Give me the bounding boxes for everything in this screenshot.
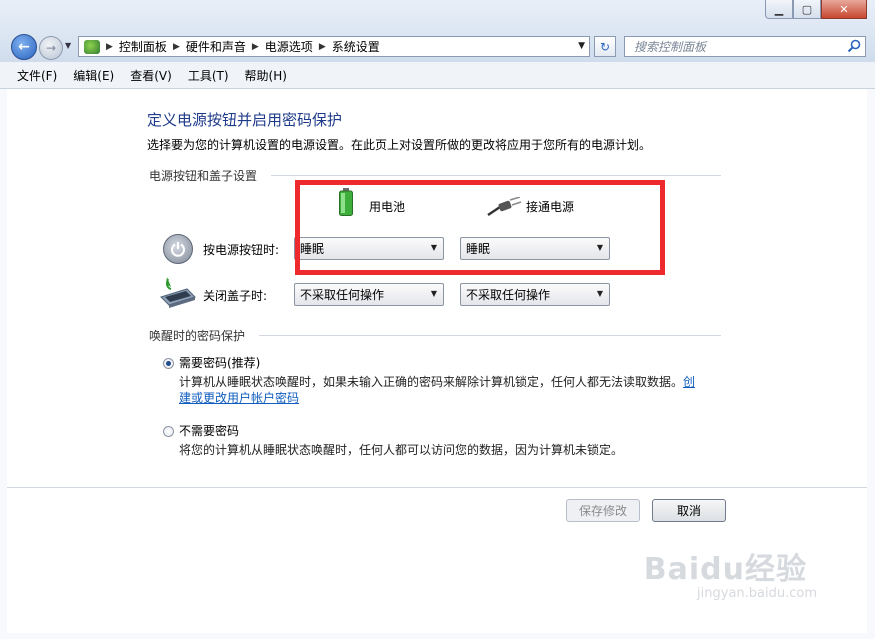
close-lid-battery-select[interactable]: 不采取任何操作 ▼ <box>294 283 444 306</box>
select-value: 不采取任何操作 <box>300 288 385 302</box>
highlight-annotation-box <box>295 180 665 275</box>
navigation-bar: ← → ▼ ▶ 控制面板 ▶ 硬件和声音 ▶ 电源选项 ▶ 系统设置 ▼ ↻ 搜… <box>0 32 875 62</box>
menu-edit[interactable]: 编辑(E) <box>65 67 122 84</box>
breadcrumb-power-options[interactable]: 电源选项 <box>265 38 313 55</box>
baidu-watermark: Baidu经验 <box>643 552 807 587</box>
require-password-desc-text: 计算机从睡眠状态唤醒时，如果未输入正确的密码来解除计算机锁定，任何人都无法读取数… <box>179 375 684 389</box>
no-password-radio[interactable] <box>163 426 174 437</box>
back-button[interactable]: ← <box>11 34 37 60</box>
window-controls: ▁ ▢ ✕ <box>765 0 867 19</box>
password-section-header: 唤醒时的密码保护 <box>149 329 246 343</box>
close-button[interactable]: ✕ <box>821 0 867 19</box>
history-dropdown-icon[interactable]: ▼ <box>65 41 71 50</box>
breadcrumb-control-panel[interactable]: 控制面板 <box>119 38 167 55</box>
no-password-label[interactable]: 不需要密码 <box>179 422 239 439</box>
address-dropdown-icon[interactable]: ▼ <box>578 41 585 51</box>
menu-help[interactable]: 帮助(H) <box>237 67 295 84</box>
change-password-link[interactable]: 建或更改用户帐户密码 <box>179 391 299 405</box>
section-divider <box>271 175 721 176</box>
power-section-header: 电源按钮和盖子设置 <box>149 169 258 183</box>
power-button-label: 按电源按钮时: <box>203 243 280 257</box>
content-pane: 定义电源按钮并启用密码保护 选择要为您的计算机设置的电源设置。在此页上对设置所做… <box>7 89 867 633</box>
menu-bar: 文件(F) 编辑(E) 查看(V) 工具(T) 帮助(H) <box>0 62 875 89</box>
close-lid-plugged-select[interactable]: 不采取任何操作 ▼ <box>460 283 610 306</box>
refresh-icon: ↻ <box>599 39 611 54</box>
breadcrumb-system-settings[interactable]: 系统设置 <box>332 38 380 55</box>
save-changes-button[interactable]: 保存修改 <box>566 499 640 522</box>
chevron-right-icon[interactable]: ▶ <box>173 42 180 52</box>
require-password-radio[interactable] <box>163 358 174 369</box>
search-icon[interactable] <box>847 39 861 53</box>
page-title: 定义电源按钮并启用密码保护 <box>147 111 343 129</box>
chevron-right-icon[interactable]: ▶ <box>106 42 113 52</box>
chevron-right-icon[interactable]: ▶ <box>252 42 259 52</box>
change-password-link-line: 建或更改用户帐户密码 <box>179 389 299 406</box>
breadcrumb-hardware-sound[interactable]: 硬件和声音 <box>186 38 246 55</box>
refresh-button[interactable]: ↻ <box>594 36 616 57</box>
footer-divider <box>7 487 867 488</box>
no-password-description: 将您的计算机从睡眠状态唤醒时，任何人都可以访问您的数据，因为计算机未锁定。 <box>179 443 624 457</box>
close-lid-label: 关闭盖子时: <box>203 289 268 303</box>
power-button-icon <box>163 234 193 264</box>
cancel-button[interactable]: 取消 <box>652 499 726 522</box>
chevron-down-icon: ▼ <box>596 289 603 298</box>
laptop-lid-icon <box>160 277 196 308</box>
section-divider <box>259 335 721 336</box>
menu-view[interactable]: 查看(V) <box>122 67 180 84</box>
search-input[interactable]: 搜索控制面板 <box>634 38 706 55</box>
baidu-watermark-url: jingyan.baidu.com <box>697 586 817 601</box>
menu-file[interactable]: 文件(F) <box>9 67 65 84</box>
select-value: 不采取任何操作 <box>466 288 551 302</box>
arrow-right-icon: → <box>45 41 57 55</box>
address-bar[interactable]: ▶ 控制面板 ▶ 硬件和声音 ▶ 电源选项 ▶ 系统设置 ▼ <box>78 36 590 57</box>
menu-tools[interactable]: 工具(T) <box>180 67 237 84</box>
page-description: 选择要为您的计算机设置的电源设置。在此页上对设置所做的更改将应用于您所有的电源计… <box>147 138 652 152</box>
search-box[interactable]: 搜索控制面板 <box>624 36 866 57</box>
maximize-button[interactable]: ▢ <box>793 0 821 19</box>
change-password-link-start[interactable]: 创 <box>683 375 695 389</box>
title-bar: ▁ ▢ ✕ <box>0 0 875 32</box>
forward-button[interactable]: → <box>39 36 63 60</box>
chevron-right-icon[interactable]: ▶ <box>319 42 326 52</box>
minimize-button[interactable]: ▁ <box>765 0 793 19</box>
arrow-left-icon: ← <box>18 39 30 55</box>
require-password-label[interactable]: 需要密码(推荐) <box>179 354 260 371</box>
control-panel-icon <box>84 39 100 54</box>
chevron-down-icon: ▼ <box>430 289 437 298</box>
require-password-description: 计算机从睡眠状态唤醒时，如果未输入正确的密码来解除计算机锁定，任何人都无法读取数… <box>179 373 695 390</box>
